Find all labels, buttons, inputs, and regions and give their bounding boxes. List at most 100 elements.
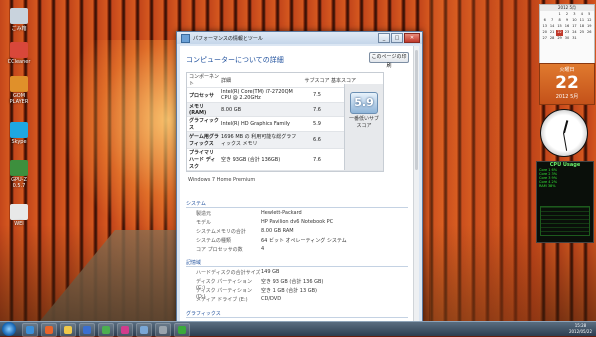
tools-icon bbox=[159, 326, 167, 334]
maximize-icon[interactable]: □ bbox=[391, 33, 403, 43]
close-icon[interactable]: ✕ bbox=[404, 33, 420, 43]
info-row: システムの種類 64 ビット オペレーティング システム bbox=[196, 237, 406, 244]
info-value: Hewlett-Packard bbox=[261, 210, 302, 216]
page-title: コンピューターについての詳細 bbox=[186, 56, 284, 64]
desktop-app-icon bbox=[10, 76, 28, 92]
cpu-rows: Core 1 6% Core 2 3% Core 3 9% Core 4 2% RAM … bbox=[537, 168, 593, 188]
desktop-app-icon bbox=[10, 8, 28, 24]
row-subscore: 6.6 bbox=[313, 137, 321, 143]
row-component: プライマリ ハード ディスク bbox=[189, 150, 216, 170]
header-basescore: 基本スコア bbox=[331, 77, 357, 84]
row-subscore: 7.6 bbox=[313, 106, 321, 113]
calendar-day[interactable]: 29 bbox=[556, 36, 563, 42]
explorer-icon bbox=[64, 326, 72, 334]
perf-icon bbox=[140, 326, 148, 334]
row-detail: 空き 93GB (合計 136GB) bbox=[221, 157, 281, 163]
calendar-day[interactable] bbox=[578, 36, 585, 42]
print-page-button[interactable]: このページの印刷 bbox=[369, 52, 409, 69]
minimize-icon[interactable]: _ bbox=[378, 33, 390, 43]
row-component: メモリ (RAM) bbox=[189, 104, 207, 116]
calendar-gadget[interactable]: 2012 5月 1 2 3 4 5 6 7 8 9 10 11 12 13 14 15 16 17 18 19 20 2… bbox=[539, 4, 595, 64]
media-icon bbox=[83, 326, 91, 334]
performance-window: パフォーマンスの情報とツール _ □ ✕ コンピューターについての詳細 このペー… bbox=[176, 31, 423, 323]
window-client: コンピューターについての詳細 このページの印刷 コンポーネント 詳細 サブスコア… bbox=[180, 46, 419, 322]
desktop-app-icon bbox=[10, 122, 28, 138]
date-gadget[interactable]: 火曜日 22 2012 5月 bbox=[539, 63, 595, 105]
info-key: システムの種類 bbox=[196, 238, 231, 244]
row-component: グラフィックス bbox=[189, 118, 219, 131]
start-button[interactable] bbox=[2, 322, 16, 336]
desktop-icon-label: GPU-Z 0.5.7 bbox=[11, 177, 27, 189]
info-value: 8.00 GB RAM bbox=[261, 228, 294, 234]
desktop-icon-label: WEI bbox=[14, 221, 24, 227]
clock-minute-hand bbox=[563, 132, 568, 151]
row-detail: Intel(R) Core(TM) i7-2720QM CPU @ 2.20GH… bbox=[221, 89, 293, 101]
date-day: 22 bbox=[555, 73, 579, 93]
info-key: メディア ドライブ (E:) bbox=[196, 297, 248, 303]
desktop-icon[interactable]: ごみ箱 bbox=[4, 8, 34, 32]
graphics-section-title: グラフィックス bbox=[186, 310, 408, 318]
taskbar: 15:28 2012/05/22 bbox=[0, 321, 596, 337]
desktop-app-icon bbox=[10, 42, 28, 58]
info-key: モデル bbox=[196, 220, 212, 226]
cpu-usage-gadget[interactable]: CPU Usage Core 1 6% Core 2 3% Core 3 9% Cor… bbox=[536, 161, 594, 243]
info-key: ハードディスクの合計サイズ bbox=[196, 270, 261, 276]
row-component: プロセッサ bbox=[189, 92, 215, 99]
row-detail: 8.00 GB bbox=[221, 106, 242, 113]
desktop-right-glow bbox=[430, 0, 540, 321]
row-subscore: 7.5 bbox=[313, 92, 321, 98]
desktop-icon[interactable]: GPU-Z 0.5.7 bbox=[4, 160, 34, 189]
base-score-caption: 一番低いサブスコア bbox=[348, 116, 379, 129]
storage-section-title: 記憶域 bbox=[186, 259, 408, 267]
row-subscore: 7.6 bbox=[313, 156, 321, 163]
info-value: 64 ビット オペレーティング システム bbox=[261, 238, 347, 244]
header-subscore: サブスコア bbox=[304, 77, 330, 84]
desktop-icon[interactable]: WEI bbox=[4, 204, 34, 227]
info-row: モデル HP Pavilion dv6 Notebook PC bbox=[196, 219, 406, 226]
system-section-title: システム bbox=[186, 200, 408, 208]
info-row: メディア ドライブ (E:) CD/DVD bbox=[196, 296, 406, 303]
performance-app-icon bbox=[181, 33, 190, 43]
info-row: 製造元 Hewlett-Packard bbox=[196, 210, 406, 217]
system-tray-clock[interactable]: 15:28 2012/05/22 bbox=[569, 323, 592, 335]
vertical-scrollbar[interactable] bbox=[413, 46, 419, 322]
clock-hour-hand bbox=[563, 120, 569, 134]
base-score-panel: 5.9 一番低いサブスコア bbox=[344, 84, 383, 170]
info-value: 4 bbox=[261, 246, 265, 252]
desktop-app-icon bbox=[10, 204, 28, 220]
firefox-icon bbox=[45, 326, 53, 334]
row-detail: Intel(R) HD Graphics Family bbox=[221, 121, 290, 127]
calendar-day[interactable]: 28 bbox=[548, 36, 555, 42]
desktop-app-icon bbox=[10, 160, 28, 176]
clock-gadget[interactable] bbox=[540, 109, 588, 157]
calendar-day[interactable]: 30 bbox=[563, 36, 570, 42]
window-controls: _ □ ✕ bbox=[378, 33, 420, 43]
info-value: 149 GB bbox=[261, 269, 280, 275]
desktop-icon[interactable]: Skype bbox=[4, 122, 34, 145]
desktop-icon[interactable]: GOM PLAYER bbox=[4, 76, 34, 105]
date-year-month: 2012 5月 bbox=[555, 94, 579, 100]
row-subscore: 5.9 bbox=[313, 121, 321, 127]
desktop-icon-label: CCleaner bbox=[7, 59, 31, 65]
calendar-day[interactable]: 31 bbox=[571, 36, 578, 42]
msn-icon bbox=[121, 326, 129, 334]
window-title: パフォーマンスの情報とツール bbox=[193, 35, 263, 42]
header-detail: 詳細 bbox=[221, 77, 232, 84]
calendar-day[interactable] bbox=[586, 36, 593, 42]
tray-date: 2012/05/22 bbox=[568, 329, 592, 334]
info-key: システムメモリの合計 bbox=[196, 229, 246, 235]
scrollbar-thumb[interactable] bbox=[415, 50, 418, 170]
calendar-day[interactable]: 27 bbox=[541, 36, 548, 42]
cpu-row: RAM 38% bbox=[539, 184, 556, 188]
info-row: ハードディスクの合計サイズ 149 GB bbox=[196, 269, 406, 276]
info-row: コア プロセッサの数 4 bbox=[196, 246, 406, 253]
base-score-badge: 5.9 bbox=[350, 92, 378, 114]
info-key: コア プロセッサの数 bbox=[196, 247, 243, 253]
desktop-icon-label: GOM PLAYER bbox=[9, 93, 29, 105]
desktop-icon[interactable]: CCleaner bbox=[4, 42, 34, 65]
cpu-graph bbox=[540, 206, 590, 236]
info-value: CD/DVD bbox=[261, 296, 282, 302]
windows-edition: Windows 7 Home Premium bbox=[188, 177, 256, 183]
header-component: コンポーネント bbox=[189, 74, 220, 87]
ie-icon bbox=[26, 326, 34, 334]
